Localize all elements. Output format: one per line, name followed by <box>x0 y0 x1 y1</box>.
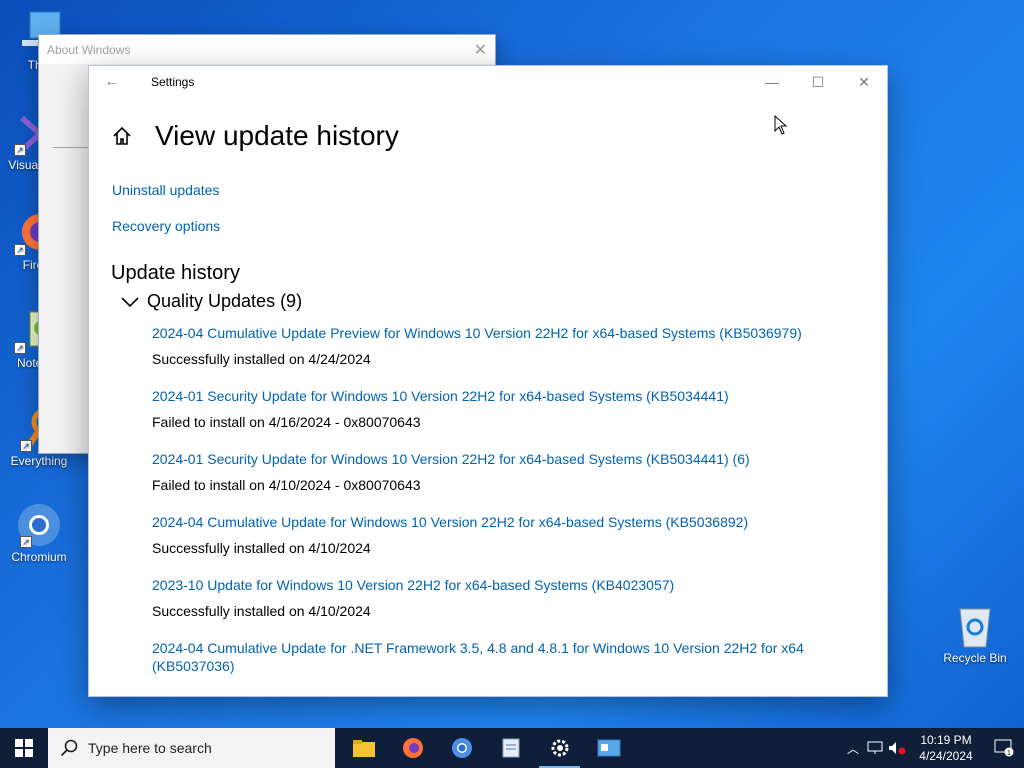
update-item: 2023-10 Update for Windows 10 Version 22… <box>152 576 887 619</box>
quality-updates-group[interactable]: Quality Updates (9) <box>121 291 887 312</box>
group-label: Quality Updates (9) <box>147 291 303 311</box>
taskbar-notepad[interactable] <box>486 728 535 768</box>
desktop-icon-recycle-bin[interactable]: Recycle Bin <box>936 603 1014 665</box>
update-status: Failed to install on 4/16/2024 - 0x80070… <box>152 414 421 430</box>
update-link[interactable]: 2024-01 Security Update for Windows 10 V… <box>152 387 812 405</box>
chromium-icon <box>451 738 472 758</box>
update-list: 2024-04 Cumulative Update Preview for Wi… <box>152 324 887 675</box>
taskbar-clock[interactable]: 10:19 PM 4/24/2024 <box>908 732 984 764</box>
chevron-down-icon <box>121 296 139 307</box>
search-placeholder: Type here to search <box>88 740 212 756</box>
desktop-icon-label: Everything <box>10 454 68 468</box>
chevron-up-icon[interactable]: ︿ <box>842 740 864 757</box>
volume-muted-icon[interactable] <box>886 741 908 755</box>
taskbar-chromium[interactable] <box>437 728 486 768</box>
about-close-icon[interactable]: ✕ <box>474 40 487 60</box>
recycle-bin-icon <box>952 603 998 649</box>
start-button[interactable] <box>0 728 48 768</box>
taskbar-about-windows[interactable] <box>584 728 633 768</box>
back-arrow-icon[interactable]: ← <box>89 73 135 91</box>
taskbar: Type here to search ︿ 10:19 PM 4/24/2024… <box>0 728 1024 768</box>
about-windows-title: About Windows <box>39 35 495 64</box>
gear-icon <box>551 739 568 757</box>
update-link[interactable]: 2024-04 Cumulative Update for .NET Frame… <box>152 639 812 675</box>
update-item: 2024-01 Security Update for Windows 10 V… <box>152 450 887 493</box>
update-item: 2024-04 Cumulative Update for .NET Frame… <box>152 639 887 675</box>
taskbar-file-explorer[interactable] <box>339 728 388 768</box>
update-item: 2024-04 Cumulative Update for Windows 10… <box>152 513 887 556</box>
taskbar-settings[interactable] <box>535 728 584 768</box>
taskbar-search-box[interactable]: Type here to search <box>48 728 335 768</box>
settings-window[interactable]: ← Settings — ☐ ✕ View update history Uni… <box>88 65 888 697</box>
update-status: Successfully installed on 4/10/2024 <box>152 540 371 556</box>
divider <box>53 147 93 148</box>
close-icon[interactable]: ✕ <box>841 66 887 98</box>
update-link[interactable]: 2023-10 Update for Windows 10 Version 22… <box>152 576 812 594</box>
minimize-icon[interactable]: — <box>749 66 795 98</box>
update-link[interactable]: 2024-01 Security Update for Windows 10 V… <box>152 450 812 468</box>
clock-time: 10:19 PM <box>920 733 972 747</box>
search-icon <box>60 739 78 757</box>
folder-icon <box>352 740 375 757</box>
action-center-button[interactable]: 1 <box>984 739 1024 757</box>
chromium-icon: ↗ <box>16 502 62 548</box>
windows-logo-icon <box>15 739 33 757</box>
update-item: 2024-04 Cumulative Update Preview for Wi… <box>152 324 887 367</box>
shortcut-arrow-icon: ↗ <box>14 342 26 354</box>
settings-titlebar: ← Settings — ☐ ✕ <box>89 66 887 98</box>
update-link[interactable]: 2024-04 Cumulative Update Preview for Wi… <box>152 324 812 342</box>
desktop-icon-label: Recycle Bin <box>943 651 1007 665</box>
taskbar-firefox[interactable] <box>388 728 437 768</box>
clock-date: 4/24/2024 <box>919 749 973 763</box>
update-link[interactable]: 2024-04 Cumulative Update for Windows 10… <box>152 513 812 531</box>
home-icon[interactable] <box>111 125 133 147</box>
shortcut-arrow-icon: ↗ <box>20 536 32 548</box>
update-item: 2024-01 Security Update for Windows 10 V… <box>152 387 887 430</box>
network-icon[interactable] <box>864 741 886 755</box>
shortcut-arrow-icon: ↗ <box>20 440 32 452</box>
uninstall-updates-link[interactable]: Uninstall updates <box>112 182 887 198</box>
shortcut-arrow-icon: ↗ <box>14 144 26 156</box>
desktop-icon-chromium[interactable]: ↗ Chromium <box>0 502 78 564</box>
update-status: Successfully installed on 4/10/2024 <box>152 603 371 619</box>
update-history-heading: Update history <box>111 262 240 284</box>
notepad-icon <box>502 738 519 758</box>
window-title: Settings <box>151 75 195 89</box>
recovery-options-link[interactable]: Recovery options <box>112 218 887 234</box>
system-tray: ︿ 10:19 PM 4/24/2024 1 <box>842 728 1024 768</box>
firefox-icon <box>402 738 423 758</box>
maximize-icon[interactable]: ☐ <box>795 66 841 98</box>
update-status: Successfully installed on 4/24/2024 <box>152 351 371 367</box>
notification-count: 1 <box>1007 750 1011 757</box>
page-header: View update history <box>89 120 887 152</box>
desktop-icon-label: Chromium <box>11 550 67 564</box>
mouse-cursor-icon <box>774 115 788 135</box>
notification-icon: 1 <box>994 739 1014 757</box>
page-title: View update history <box>155 120 399 151</box>
shortcut-arrow-icon: ↗ <box>14 244 26 256</box>
update-status: Failed to install on 4/10/2024 - 0x80070… <box>152 477 421 493</box>
system-info-icon <box>597 739 620 757</box>
